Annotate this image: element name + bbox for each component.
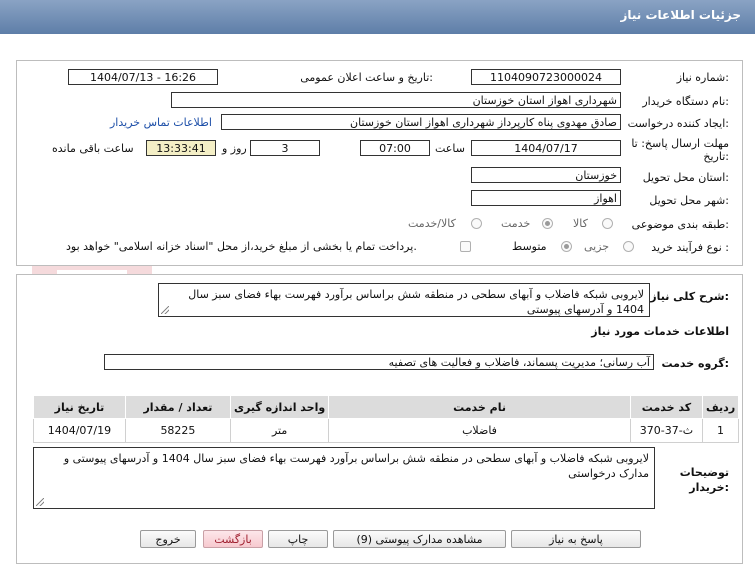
col-header-unit: واحد اندازه گیری — [229, 395, 330, 419]
buyer-label: نام دستگاه خریدار: — [642, 95, 729, 108]
cell-quantity: 58225 — [124, 418, 231, 443]
need-summary-text: لایروبی شبکه فاضلاب و آبهای سطحی در منطق… — [188, 288, 644, 316]
cell-service-name: فاضلاب — [328, 418, 631, 443]
deadline-label-date: تاریخ: — [703, 150, 729, 163]
process-radio-minor[interactable] — [623, 241, 634, 252]
deadline-time-field: 07:00 — [360, 140, 430, 156]
service-group-label: گروه خدمت: — [661, 357, 729, 370]
province-field: خوزستان — [471, 167, 621, 183]
deadline-date-field: 1404/07/17 — [471, 140, 621, 156]
category-radio-service[interactable] — [542, 218, 553, 229]
days-label: روز و — [222, 142, 247, 155]
col-header-row: ردیف — [702, 395, 739, 419]
col-header-date: تاریخ نیاز — [33, 395, 126, 419]
requester-field: صادق مهدوی پناه کارپرداز شهرداری اهواز ا… — [221, 114, 621, 130]
table-header-row: تاریخ نیاز تعداد / مقدار واحد اندازه گیر… — [33, 395, 739, 419]
city-field: اهواز — [471, 190, 621, 206]
remaining-days-field: 3 — [250, 140, 320, 156]
reply-to-need-button[interactable]: پاسخ به نیاز — [511, 530, 641, 548]
treasury-payment-checkbox[interactable] — [460, 241, 471, 252]
service-group-field: آب رسانی؛ مدیریت پسماند، فاضلاب و فعالیت… — [104, 354, 654, 370]
province-label: استان محل تحویل: — [642, 171, 729, 184]
col-header-quantity: تعداد / مقدار — [124, 395, 231, 419]
deadline-time-label: ساعت — [435, 142, 465, 155]
col-header-service-code: کد خدمت — [629, 395, 704, 419]
resize-handle[interactable] — [36, 498, 44, 506]
category-radio-goods[interactable] — [602, 218, 613, 229]
category-radio-goods-service[interactable] — [471, 218, 482, 229]
cell-date: 1404/07/19 — [33, 418, 126, 443]
page-title: جزئیات اطلاعات نیاز — [620, 8, 741, 22]
services-section-heading: اطلاعات خدمات مورد نیاز — [591, 325, 729, 338]
need-number-field: 1104090723000024 — [471, 69, 621, 85]
city-label: شهر محل تحویل: — [649, 194, 729, 207]
buyer-notes-textarea[interactable]: لایروبی شبکه فاضلاب و آبهای سطحی در منطق… — [33, 447, 655, 509]
announce-datetime-field: 1404/07/13 - 16:26 — [68, 69, 218, 85]
process-option-minor: جزیی — [584, 240, 610, 253]
cell-row: 1 — [702, 418, 739, 443]
buyer-notes-label: توضیحات — [679, 466, 729, 479]
buyer-notes-label-2: خریدار: — [689, 481, 729, 494]
treasury-payment-note: پرداخت تمام یا بخشی از مبلغ خرید،از محل … — [66, 240, 417, 253]
need-number-label: شماره نیاز: — [676, 71, 729, 84]
announce-label: تاریخ و ساعت اعلان عمومی: — [300, 71, 433, 84]
col-header-service-name: نام خدمت — [328, 395, 631, 419]
process-type-label: نوع فرآیند خرید : — [651, 241, 729, 254]
category-option-goods: کالا — [573, 217, 588, 230]
print-button[interactable]: چاپ — [268, 530, 328, 548]
buyer-field: شهرداری اهواز استان خوزستان — [171, 92, 621, 108]
table-row[interactable]: 1404/07/19 58225 متر فاضلاب ث-37-370 1 — [33, 418, 739, 443]
page-header: جزئیات اطلاعات نیاز — [0, 0, 755, 34]
category-option-goods-service: کالا/خدمت — [408, 217, 456, 230]
process-option-medium: متوسط — [512, 240, 547, 253]
buyer-notes-text: لایروبی شبکه فاضلاب و آبهای سطحی در منطق… — [63, 452, 649, 480]
cell-service-code: ث-37-370 — [629, 418, 704, 443]
exit-button[interactable]: خروج — [140, 530, 196, 548]
services-table: تاریخ نیاز تعداد / مقدار واحد اندازه گیر… — [33, 395, 739, 443]
process-radio-medium[interactable] — [561, 241, 572, 252]
category-label: طبقه بندی موضوعی: — [631, 218, 729, 231]
buyer-contact-link[interactable]: اطلاعات تماس خریدار — [110, 116, 212, 129]
need-summary-label: شرح کلی نیاز: — [650, 290, 729, 303]
requester-label: ایجاد کننده درخواست: — [627, 117, 729, 130]
view-attachments-button[interactable]: مشاهده مدارک پیوستی (9) — [333, 530, 506, 548]
deadline-label: مهلت ارسال پاسخ: تا — [631, 137, 729, 150]
need-details-panel — [16, 60, 743, 266]
back-button[interactable]: بازگشت — [203, 530, 263, 548]
resize-handle[interactable] — [161, 306, 169, 314]
cell-unit: متر — [229, 418, 330, 443]
remaining-time-field: 13:33:41 — [146, 140, 216, 156]
need-summary-textarea[interactable]: لایروبی شبکه فاضلاب و آبهای سطحی در منطق… — [158, 283, 650, 317]
remaining-label: ساعت باقی مانده — [52, 142, 134, 155]
category-option-service: خدمت — [501, 217, 531, 230]
